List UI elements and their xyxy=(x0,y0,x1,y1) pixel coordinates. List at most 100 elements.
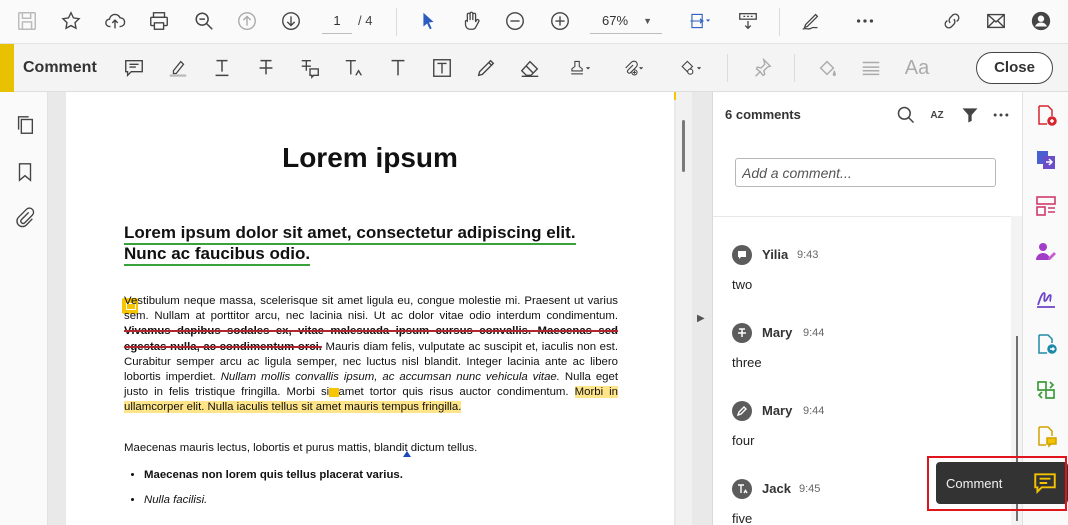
page-number-input[interactable] xyxy=(322,8,352,34)
insert-caret-icon[interactable] xyxy=(403,451,411,457)
document-viewport: Lorem ipsum Lorem ipsum dolor sit amet, … xyxy=(48,92,712,525)
zoom-value: 67% xyxy=(602,13,629,28)
comments-count: 6 comments xyxy=(725,107,801,122)
toolbar-divider xyxy=(794,54,795,82)
zoom-in-icon[interactable] xyxy=(545,6,575,36)
eraser-icon[interactable] xyxy=(515,54,545,82)
text-comment-icon[interactable] xyxy=(383,54,413,82)
bookmark-star-icon[interactable] xyxy=(56,6,86,36)
fill-color-icon[interactable] xyxy=(812,54,842,82)
bullet-list: Maecenas non lorem quis tellus placerat … xyxy=(144,469,403,519)
save-icon[interactable] xyxy=(12,6,42,36)
comment-body: five xyxy=(732,511,753,525)
comment-author: Jack xyxy=(762,481,791,496)
acrobat-window: / 4 67% ▼ xyxy=(0,0,1068,525)
attachments-paperclip-icon[interactable] xyxy=(12,204,38,230)
export-pdf-icon[interactable] xyxy=(1033,331,1059,357)
print-icon[interactable] xyxy=(144,6,174,36)
comment-author: Mary xyxy=(762,403,793,418)
para1-text-start: Vestibulum neque massa, scelerisque sit … xyxy=(124,295,618,323)
expand-right-panel-icon[interactable]: ▶ xyxy=(697,313,705,324)
attach-file-icon[interactable] xyxy=(615,54,651,82)
comment-body: two xyxy=(732,277,753,292)
list-item: Maecenas non lorem quis tellus placerat … xyxy=(144,469,403,481)
add-comment-input[interactable] xyxy=(735,158,996,187)
comment-toolbar: Comment Aa Close xyxy=(0,44,1068,92)
pdf-page: Lorem ipsum Lorem ipsum dolor sit amet, … xyxy=(66,92,688,525)
share-link-icon[interactable] xyxy=(937,6,967,36)
underline-text-icon[interactable] xyxy=(207,54,237,82)
close-comment-button[interactable]: Close xyxy=(976,52,1053,84)
zoom-out-icon[interactable] xyxy=(500,6,530,36)
account-icon[interactable] xyxy=(1026,6,1056,36)
chevron-down-icon: ▼ xyxy=(643,16,652,26)
sort-icon[interactable]: AZ xyxy=(925,104,949,126)
text-properties-icon[interactable]: Aa xyxy=(900,54,934,82)
fill-and-sign-icon[interactable] xyxy=(1033,285,1059,311)
sticky-note-icon[interactable] xyxy=(119,54,149,82)
panel-divider xyxy=(713,216,1023,217)
textbox-icon[interactable] xyxy=(427,54,457,82)
comment-mode-accent xyxy=(0,44,14,92)
zoom-select[interactable]: 67% ▼ xyxy=(590,8,662,34)
toolbar-divider xyxy=(396,8,397,36)
italic-text: Nullam mollis convallis ipsum, ac accums… xyxy=(220,371,560,384)
sign-pen-icon[interactable] xyxy=(796,6,826,36)
replace-text-icon[interactable] xyxy=(295,54,325,82)
page-fit-icon[interactable] xyxy=(680,6,720,36)
text-note-marker-icon[interactable] xyxy=(329,388,339,397)
pin-icon[interactable] xyxy=(747,54,777,82)
combine-files-icon[interactable] xyxy=(1033,147,1059,173)
organize-pages-icon[interactable] xyxy=(1033,193,1059,219)
scrolling-mode-icon[interactable] xyxy=(733,6,763,36)
paragraph-2: Maecenas mauris lectus, lobortis et puru… xyxy=(124,442,478,454)
search-icon[interactable] xyxy=(894,104,918,126)
previous-page-icon[interactable] xyxy=(232,6,262,36)
comment-toolbar-title: Comment xyxy=(23,59,97,76)
insert-text-icon[interactable] xyxy=(339,54,369,82)
email-icon[interactable] xyxy=(981,6,1011,36)
paragraph-1: Vestibulum neque massa, scelerisque sit … xyxy=(124,294,619,416)
line-style-icon[interactable] xyxy=(856,54,886,82)
comment-time: 9:44 xyxy=(803,405,825,417)
edit-pdf-icon[interactable] xyxy=(1033,377,1059,403)
list-item: Nulla facilisi. xyxy=(144,494,403,506)
strikethrough-text-icon[interactable] xyxy=(251,54,281,82)
scrollbar-thumb[interactable] xyxy=(682,120,685,172)
text-insert-icon xyxy=(732,479,752,499)
document-heading: Lorem ipsum xyxy=(282,142,458,173)
toolbar-divider xyxy=(779,8,780,36)
search-zoom-icon[interactable] xyxy=(189,6,219,36)
comment-time: 9:45 xyxy=(799,483,821,495)
shapes-icon[interactable] xyxy=(672,54,710,82)
main-toolbar: / 4 67% ▼ xyxy=(0,0,1068,44)
comment-time: 9:44 xyxy=(803,327,825,339)
left-navigation-rail xyxy=(0,92,48,525)
more-options-icon[interactable] xyxy=(989,104,1013,126)
select-cursor-icon[interactable] xyxy=(413,6,443,36)
strikethrough-icon xyxy=(732,323,752,343)
document-scrollbar[interactable] xyxy=(676,92,692,525)
selection-highlight-box xyxy=(927,456,1067,511)
toolbar-divider xyxy=(727,54,728,82)
bookmarks-icon[interactable] xyxy=(12,159,38,185)
sticky-note-icon xyxy=(732,245,752,265)
more-tools-icon[interactable] xyxy=(850,6,880,36)
hand-tool-icon[interactable] xyxy=(456,6,486,36)
highlight-text-icon[interactable] xyxy=(163,54,193,82)
comment-author: Yilia xyxy=(762,247,789,262)
comment-body: four xyxy=(732,433,755,448)
comment-author: Mary xyxy=(762,325,793,340)
next-page-icon[interactable] xyxy=(276,6,306,36)
page-thumbnails-icon[interactable] xyxy=(12,112,38,138)
comment-body: three xyxy=(732,355,762,370)
stamp-icon[interactable] xyxy=(562,54,598,82)
pencil-draw-icon[interactable] xyxy=(471,54,501,82)
create-pdf-icon[interactable] xyxy=(1033,102,1059,128)
comment-tool-icon[interactable] xyxy=(1033,423,1059,449)
upload-cloud-icon[interactable] xyxy=(100,6,130,36)
underlined-subheading: Lorem ipsum dolor sit amet, consectetur … xyxy=(124,223,576,266)
request-signatures-icon[interactable] xyxy=(1033,239,1059,265)
filter-icon[interactable] xyxy=(958,104,982,126)
page-total: / 4 xyxy=(358,13,373,28)
